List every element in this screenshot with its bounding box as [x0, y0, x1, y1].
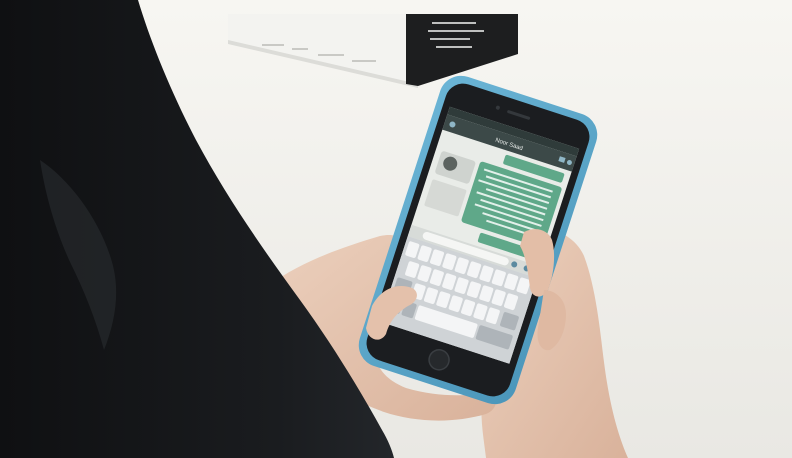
scene-illustration: Noor Saad [0, 0, 792, 458]
photo-scene: Noor Saad [0, 0, 792, 458]
